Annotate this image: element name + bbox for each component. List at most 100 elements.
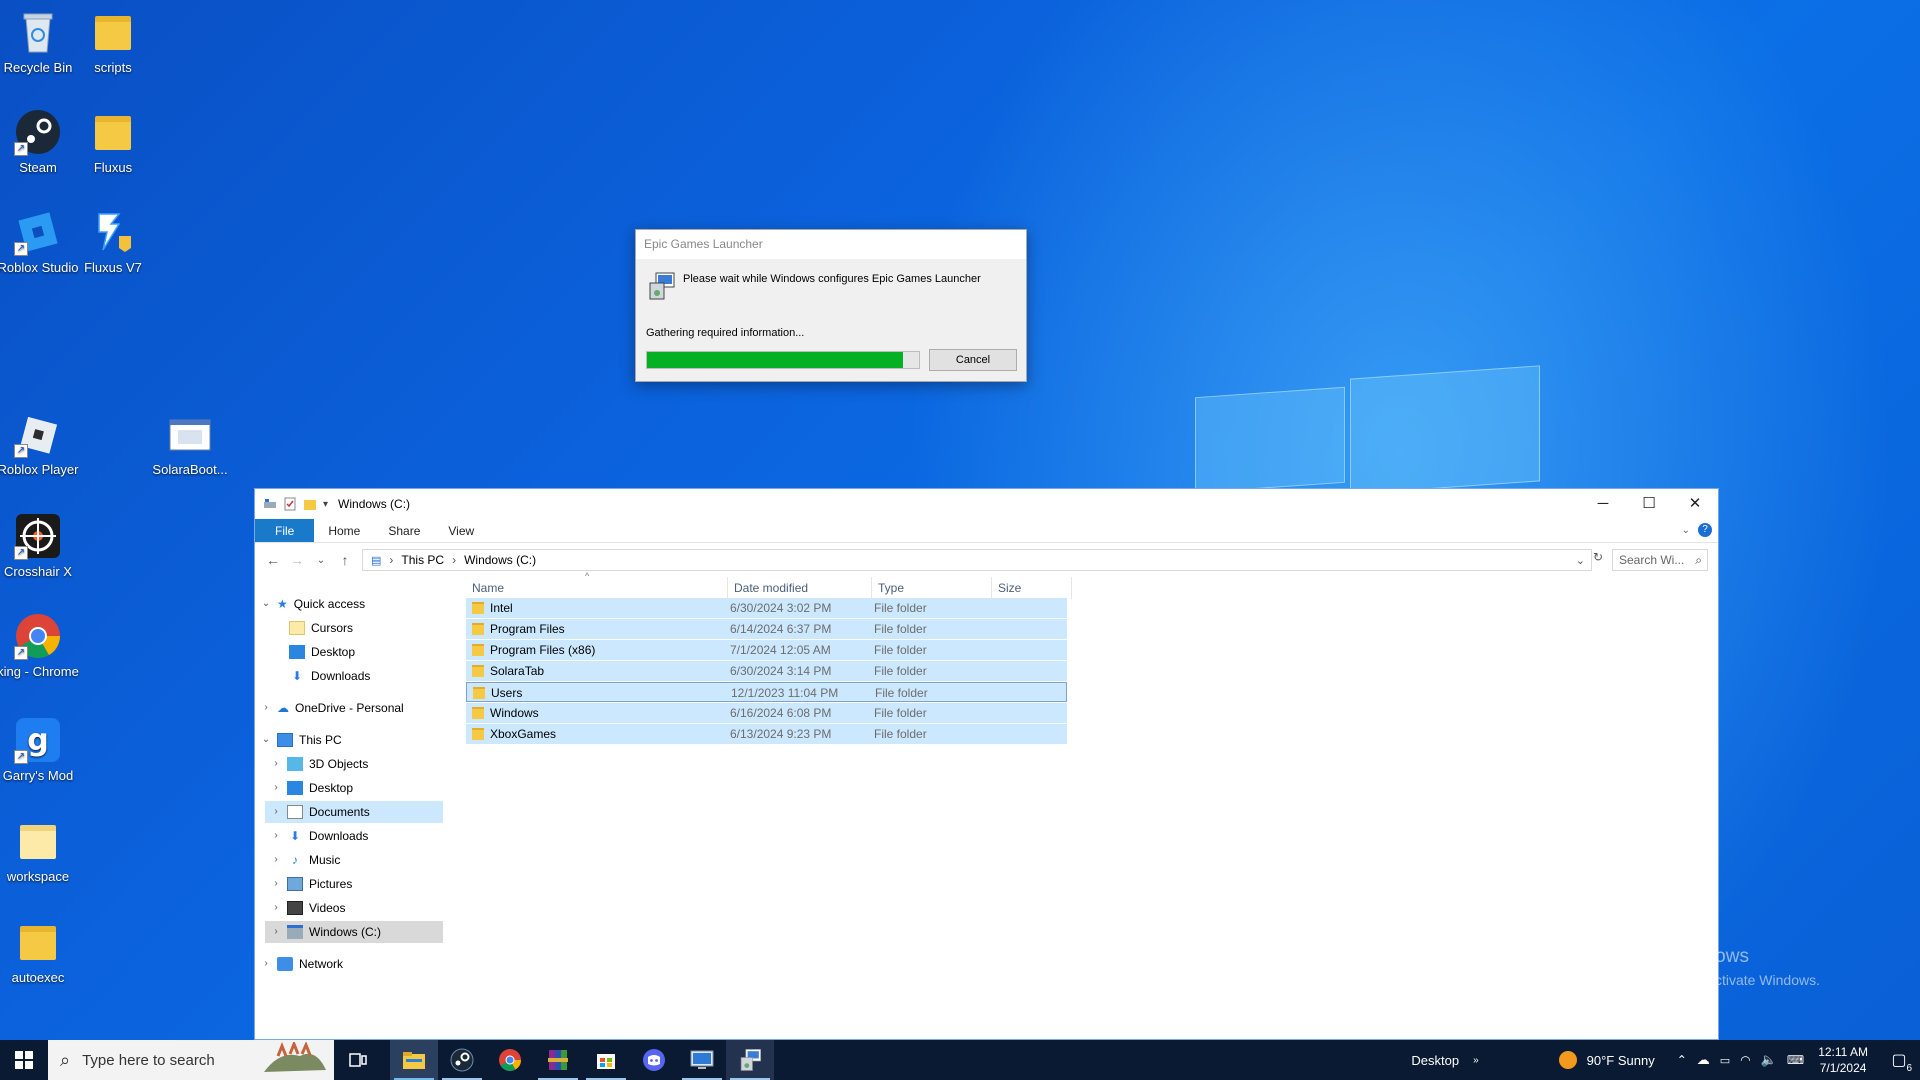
nav-desktop-quick[interactable]: Desktop — [289, 641, 355, 663]
nav-downloads-quick[interactable]: ⬇ Downloads — [289, 665, 370, 687]
taskbar-chrome[interactable] — [486, 1040, 534, 1080]
desktop-icon-fluxus-v7[interactable]: Fluxus V7 — [68, 208, 158, 275]
desktop-icon-fluxus[interactable]: Fluxus — [68, 108, 158, 175]
close-button[interactable]: ✕ — [1672, 489, 1718, 519]
nav-documents[interactable]: › Documents — [265, 801, 443, 823]
nav-music[interactable]: › ♪ Music — [271, 849, 340, 871]
nav-pictures[interactable]: › Pictures — [271, 873, 352, 895]
nav-3d-objects[interactable]: › 3D Objects — [271, 753, 368, 775]
tab-home[interactable]: Home — [314, 519, 374, 542]
start-button[interactable] — [0, 1040, 48, 1080]
shortcut-arrow-icon: ↗ — [14, 242, 28, 256]
nav-network[interactable]: › Network — [261, 953, 343, 975]
desktop-icon-workspace[interactable]: workspace — [0, 817, 83, 884]
task-view-button[interactable] — [334, 1040, 382, 1080]
nav-videos[interactable]: › Videos — [271, 897, 345, 919]
address-dropdown-icon[interactable]: ⌄ — [1576, 554, 1585, 567]
taskbar-microsoft-store[interactable] — [582, 1040, 630, 1080]
weather-widget[interactable]: 90°F Sunny — [1587, 1053, 1655, 1068]
table-row[interactable]: Intel 6/30/2024 3:02 PM File folder — [466, 598, 1067, 618]
customize-toolbar-icon[interactable]: ▾ — [323, 499, 328, 510]
expand-chevron-icon[interactable]: › — [261, 697, 271, 719]
keyboard-icon[interactable]: ⌨ — [1787, 1053, 1804, 1067]
nav-onedrive[interactable]: › ☁ OneDrive - Personal — [261, 697, 403, 719]
wifi-icon[interactable]: ◠ — [1740, 1053, 1750, 1067]
refresh-icon[interactable]: ↻ — [1588, 550, 1608, 564]
drive-icon[interactable] — [263, 497, 277, 511]
expand-chevron-icon[interactable]: › — [271, 753, 281, 775]
back-arrow-icon[interactable]: ← — [261, 552, 285, 568]
desktop-icon-garrys-mod[interactable]: g ↗ Garry's Mod — [0, 716, 83, 783]
battery-icon[interactable]: ▭ — [1720, 1054, 1730, 1067]
cloud-icon: ☁ — [277, 701, 289, 715]
nav-windows-c[interactable]: › Windows (C:) — [265, 921, 443, 943]
expand-chevron-icon[interactable]: › — [271, 801, 281, 823]
address-bar[interactable]: ▤ › This PC › Windows (C:) ⌄ — [362, 549, 1592, 571]
tab-share[interactable]: Share — [374, 519, 434, 542]
column-header-size[interactable]: Size — [992, 577, 1072, 599]
expand-chevron-icon[interactable]: › — [261, 953, 271, 975]
search-input[interactable]: Search Wi... ⌕ — [1612, 549, 1708, 571]
clock[interactable]: 12:11 AM 7/1/2024 — [1818, 1044, 1868, 1076]
folder-icon — [472, 644, 484, 656]
breadcrumb-windows-c[interactable]: Windows (C:) — [464, 553, 536, 567]
taskbar-file-explorer[interactable] — [390, 1040, 438, 1080]
new-folder-icon[interactable] — [303, 497, 317, 511]
expand-ribbon-icon[interactable]: ⌄ — [1682, 525, 1690, 536]
onedrive-cloud-icon[interactable]: ☁ — [1697, 1052, 1710, 1068]
desktop-icon-autoexec[interactable]: autoexec — [0, 918, 83, 985]
table-row[interactable]: Windows 6/16/2024 6:08 PM File folder — [466, 703, 1067, 723]
minimize-button[interactable]: ─ — [1580, 489, 1626, 519]
help-icon[interactable]: ? — [1698, 523, 1712, 537]
volume-icon[interactable]: 🔈 — [1761, 1052, 1777, 1068]
forward-arrow-icon[interactable]: → — [285, 552, 309, 568]
desktop-icon-scripts[interactable]: scripts — [68, 8, 158, 75]
nav-cursors[interactable]: Cursors — [289, 617, 353, 639]
notification-center-button[interactable]: ▢ 6 — [1878, 1040, 1920, 1080]
table-row[interactable]: Program Files 6/14/2024 6:37 PM File fol… — [466, 619, 1067, 639]
taskbar-remote-app[interactable] — [678, 1040, 726, 1080]
expand-chevron-icon[interactable]: › — [271, 849, 281, 871]
show-hidden-icons-chevron-icon[interactable]: ⌃ — [1677, 1053, 1687, 1067]
desktop-icon-king-chrome[interactable]: ↗ king - Chrome — [0, 612, 83, 679]
taskbar-installer[interactable] — [726, 1040, 774, 1080]
up-arrow-icon[interactable]: ↑ — [333, 552, 357, 568]
recent-locations-icon[interactable]: ⌄ — [309, 555, 333, 566]
search-icon: ⌕ — [1695, 553, 1702, 567]
expand-chevron-icon[interactable]: › — [271, 897, 281, 919]
nav-desktop[interactable]: › Desktop — [271, 777, 353, 799]
column-header-name[interactable]: Name — [466, 577, 728, 599]
maximize-button[interactable]: ☐ — [1626, 489, 1672, 519]
table-row[interactable]: Users 12/1/2023 11:04 PM File folder — [466, 682, 1067, 702]
taskbar-search-box[interactable]: ⌕ Type here to search — [48, 1040, 334, 1080]
collapse-chevron-icon[interactable]: ⌄ — [261, 729, 271, 751]
download-arrow-icon: ⬇ — [289, 829, 301, 843]
column-header-date-modified[interactable]: Date modified — [728, 577, 872, 599]
table-row[interactable]: XboxGames 6/13/2024 9:23 PM File folder — [466, 724, 1067, 744]
table-row[interactable]: Program Files (x86) 7/1/2024 12:05 AM Fi… — [466, 640, 1067, 660]
nav-downloads[interactable]: › ⬇ Downloads — [271, 825, 368, 847]
table-row[interactable]: SolaraTab 6/30/2024 3:14 PM File folder — [466, 661, 1067, 681]
nav-this-pc[interactable]: ⌄ This PC — [261, 729, 342, 751]
taskbar-winrar[interactable] — [534, 1040, 582, 1080]
desktop-toolbar[interactable]: Desktop — [1411, 1053, 1459, 1068]
taskbar-steam[interactable] — [438, 1040, 486, 1080]
nav-quick-access[interactable]: ⌄ ★ Quick access — [261, 593, 365, 615]
column-header-type[interactable]: Type — [872, 577, 992, 599]
toolbar-overflow-icon[interactable]: » — [1473, 1055, 1479, 1066]
network-icon — [277, 957, 293, 971]
desktop-icon-crosshair-x[interactable]: ↗ Crosshair X — [0, 512, 83, 579]
cancel-button[interactable]: Cancel — [929, 349, 1017, 371]
properties-icon[interactable] — [283, 497, 297, 511]
expand-chevron-icon[interactable]: › — [271, 921, 281, 943]
desktop-icon-roblox-player[interactable]: ↗ Roblox Player — [0, 410, 83, 477]
expand-chevron-icon[interactable]: › — [271, 873, 281, 895]
breadcrumb-this-pc[interactable]: This PC — [401, 553, 444, 567]
tab-view[interactable]: View — [434, 519, 488, 542]
expand-chevron-icon[interactable]: › — [271, 777, 281, 799]
tab-file[interactable]: File — [255, 519, 315, 542]
taskbar-discord[interactable] — [630, 1040, 678, 1080]
collapse-chevron-icon[interactable]: ⌄ — [261, 593, 271, 615]
expand-chevron-icon[interactable]: › — [271, 825, 281, 847]
desktop-icon-solaraboot[interactable]: SolaraBoot... — [145, 410, 235, 477]
